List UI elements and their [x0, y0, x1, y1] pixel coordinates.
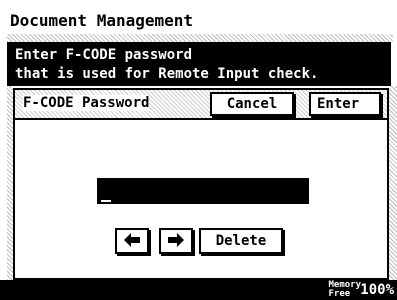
password-input[interactable] [97, 178, 309, 204]
delete-button[interactable]: Delete [199, 228, 283, 254]
cancel-button[interactable]: Cancel [210, 92, 294, 116]
text-cursor [101, 200, 111, 202]
screen: Document Management Enter F-CODE passwor… [0, 0, 397, 300]
arrow-left-icon [124, 231, 140, 252]
memory-value: 100% [360, 282, 394, 298]
memory-label: Memory Free [328, 280, 361, 299]
page-title: Document Management [10, 10, 194, 30]
message-line-2: that is used for Remote Input check. [15, 66, 319, 82]
message-box: Enter F-CODE password that is used for R… [7, 42, 391, 86]
panel-header: F-CODE Password Cancel Enter [15, 90, 387, 120]
cursor-left-button[interactable] [115, 228, 149, 254]
status-bar: Memory Free 100% [0, 280, 397, 300]
cursor-right-button[interactable] [159, 228, 193, 254]
title-bar: Document Management [7, 6, 393, 36]
hatch-divider [7, 34, 393, 42]
hatch-right [389, 86, 397, 280]
field-label: F-CODE Password [23, 95, 150, 111]
password-panel: F-CODE Password Cancel Enter Delete [13, 88, 389, 280]
message-line-1: Enter F-CODE password [15, 47, 193, 63]
enter-button[interactable]: Enter [309, 92, 381, 116]
arrow-right-icon [168, 231, 184, 252]
